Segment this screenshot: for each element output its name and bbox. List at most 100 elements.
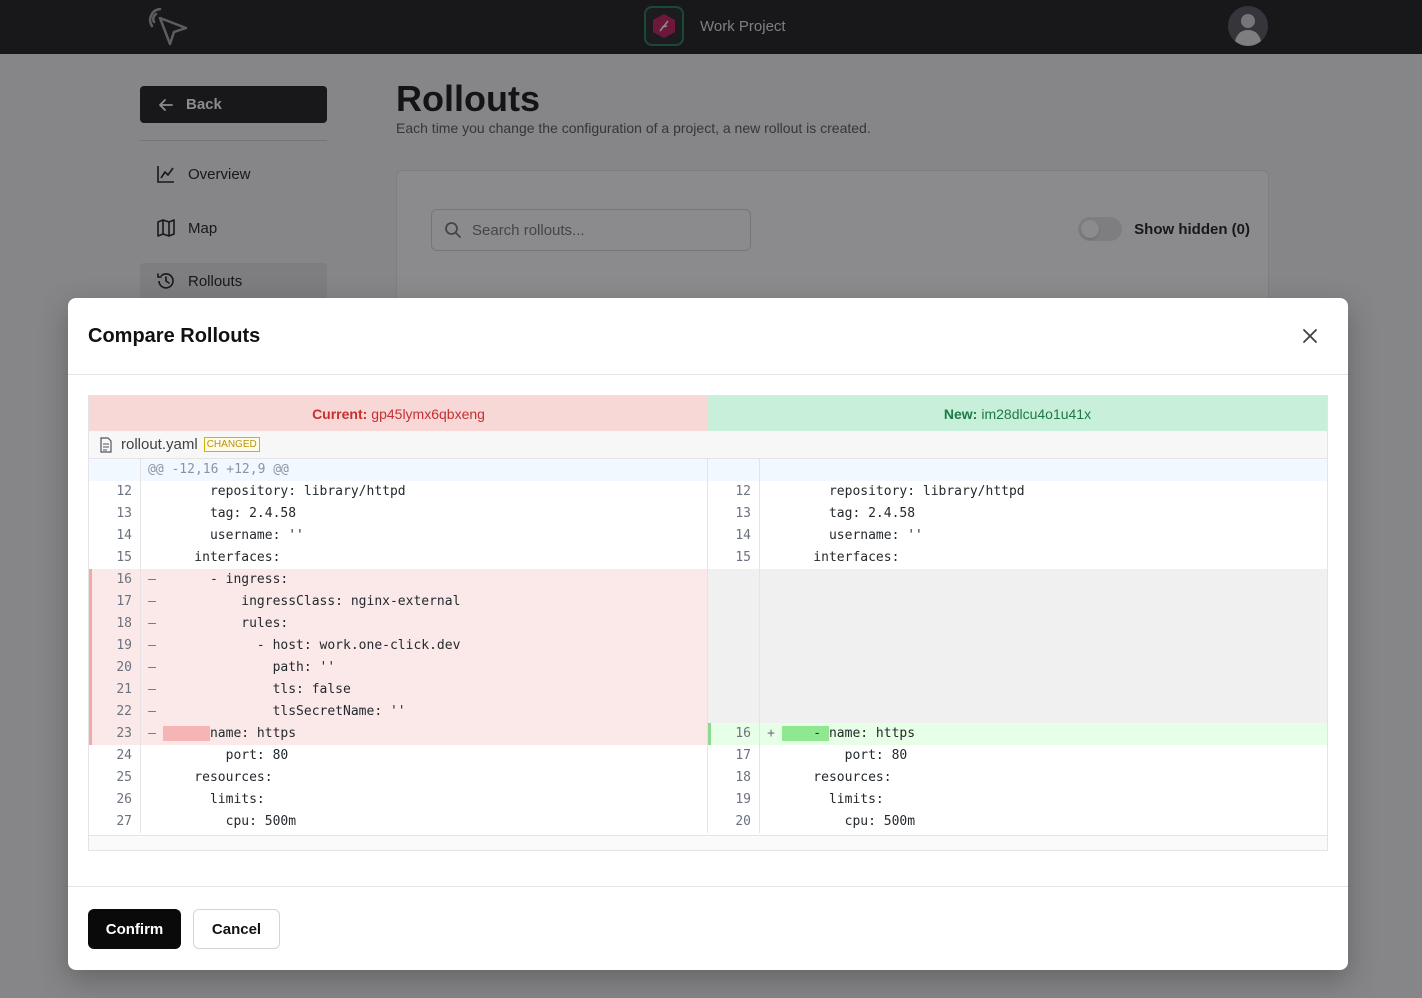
- line-number: 13: [708, 503, 760, 525]
- line-number: 14: [89, 525, 141, 547]
- diff-row: 20– path: '': [89, 657, 1327, 679]
- line-number: [708, 701, 760, 723]
- diff-left-cell: 14 username: '': [89, 525, 708, 547]
- diff-marker: [760, 789, 782, 811]
- diff-marker: [141, 481, 163, 503]
- diff-row: 25 resources: 18 resources:: [89, 767, 1327, 789]
- line-number: 17: [89, 591, 141, 613]
- diff-header: Current: gp45lymx6qbxeng New: im28dlcu4o…: [89, 396, 1327, 431]
- diff-left-cell: 15 interfaces:: [89, 547, 708, 569]
- current-label: Current:: [312, 405, 368, 422]
- diff-marker: [141, 547, 163, 569]
- modal-title: Compare Rollouts: [88, 325, 261, 347]
- code-line: tag: 2.4.58: [163, 506, 297, 521]
- diff-left-cell: 27 cpu: 500m: [89, 811, 708, 833]
- line-number: 16: [89, 569, 141, 591]
- diff-row: 22– tlsSecretName: '': [89, 701, 1327, 723]
- diff-marker: [760, 481, 782, 503]
- diff-marker: [760, 767, 782, 789]
- diff-right-cell: 13 tag: 2.4.58: [708, 503, 1327, 525]
- line-number: 12: [89, 481, 141, 503]
- diff-left-cell: 23– name: https: [89, 723, 708, 745]
- diff-left-cell: 16– - ingress:: [89, 569, 708, 591]
- code-line: name: https: [163, 723, 707, 745]
- line-number: [708, 613, 760, 635]
- diff-right-cell: [708, 657, 1327, 679]
- line-number: 23: [89, 723, 141, 745]
- diff-right-cell: [708, 679, 1327, 701]
- hunk-header-row: @@ -12,16 +12,9 @@: [89, 459, 1327, 481]
- diff-marker: [760, 503, 782, 525]
- diff-row: 13 tag: 2.4.58 13 tag: 2.4.58: [89, 503, 1327, 525]
- modal-divider: [68, 374, 1348, 375]
- line-number: 27: [89, 811, 141, 833]
- diff-row: 23– name: https 16 + - name: https: [89, 723, 1327, 745]
- current-rollout-header: Current: gp45lymx6qbxeng: [89, 396, 708, 431]
- diff-marker: [760, 525, 782, 547]
- code-line: cpu: 500m: [782, 814, 916, 829]
- diff-left-cell: 25 resources:: [89, 767, 708, 789]
- close-icon[interactable]: [1300, 326, 1320, 346]
- code-line: repository: library/httpd: [163, 484, 406, 499]
- diff-marker: –: [148, 616, 156, 631]
- code-line: cpu: 500m: [163, 814, 297, 829]
- code-line: interfaces:: [782, 550, 900, 565]
- diff-scrollbar[interactable]: [89, 835, 1327, 850]
- code-line: repository: library/httpd: [782, 484, 1025, 499]
- code-line: path: '': [163, 660, 336, 675]
- diff-marker: [760, 547, 782, 569]
- diff-marker: –: [148, 660, 156, 675]
- diff-left-cell: 13 tag: 2.4.58: [89, 503, 708, 525]
- diff-marker: –: [148, 638, 156, 653]
- cancel-button[interactable]: Cancel: [193, 909, 280, 949]
- code-line: ingressClass: nginx-external: [163, 594, 461, 609]
- line-number: 19: [708, 789, 760, 811]
- diff-marker: [141, 789, 163, 811]
- changed-segment: [163, 726, 210, 741]
- file-header: rollout.yaml CHANGED: [89, 431, 1327, 459]
- diff-right-cell: 20 cpu: 500m: [708, 811, 1327, 833]
- line-number: 25: [89, 767, 141, 789]
- new-label: New:: [943, 405, 978, 422]
- changed-badge: CHANGED: [203, 437, 260, 452]
- line-number: 19: [89, 635, 141, 657]
- diff-right-cell: 15 interfaces:: [708, 547, 1327, 569]
- code-line: limits:: [163, 792, 265, 807]
- code-line: port: 80: [782, 748, 908, 763]
- code-line: resources:: [782, 770, 892, 785]
- line-number: 12: [708, 481, 760, 503]
- diff-row: 17– ingressClass: nginx-external: [89, 591, 1327, 613]
- diff-right-cell: [708, 701, 1327, 723]
- diff-viewer: Current: gp45lymx6qbxeng New: im28dlcu4o…: [88, 395, 1328, 851]
- diff-left-cell: 12 repository: library/httpd: [89, 481, 708, 503]
- diff-right-cell: 17 port: 80: [708, 745, 1327, 767]
- diff-rows: @@ -12,16 +12,9 @@ 12 repository: librar…: [89, 459, 1327, 833]
- file-name: rollout.yaml: [121, 436, 198, 453]
- code-line: tls: false: [163, 682, 351, 697]
- new-rollout-id: im28dlcu4o1u41x: [981, 405, 1092, 422]
- code-line: - ingress:: [163, 572, 289, 587]
- line-number: 18: [89, 613, 141, 635]
- code-line: - host: work.one-click.dev: [163, 638, 461, 653]
- line-number: 24: [89, 745, 141, 767]
- diff-row: 12 repository: library/httpd 12 repositor…: [89, 481, 1327, 503]
- file-icon: [100, 436, 112, 453]
- diff-marker: [760, 811, 782, 833]
- diff-row: 19– - host: work.one-click.dev: [89, 635, 1327, 657]
- line-number: 16: [708, 723, 760, 745]
- diff-right-cell: [708, 591, 1327, 613]
- line-number: 13: [89, 503, 141, 525]
- diff-right-cell: [708, 635, 1327, 657]
- code-line: limits:: [782, 792, 884, 807]
- confirm-button[interactable]: Confirm: [88, 909, 181, 949]
- line-number: [708, 657, 760, 679]
- line-number: [708, 569, 760, 591]
- diff-marker: [141, 503, 163, 525]
- diff-right-cell: [708, 569, 1327, 591]
- diff-left-cell: 22– tlsSecretName: '': [89, 701, 708, 723]
